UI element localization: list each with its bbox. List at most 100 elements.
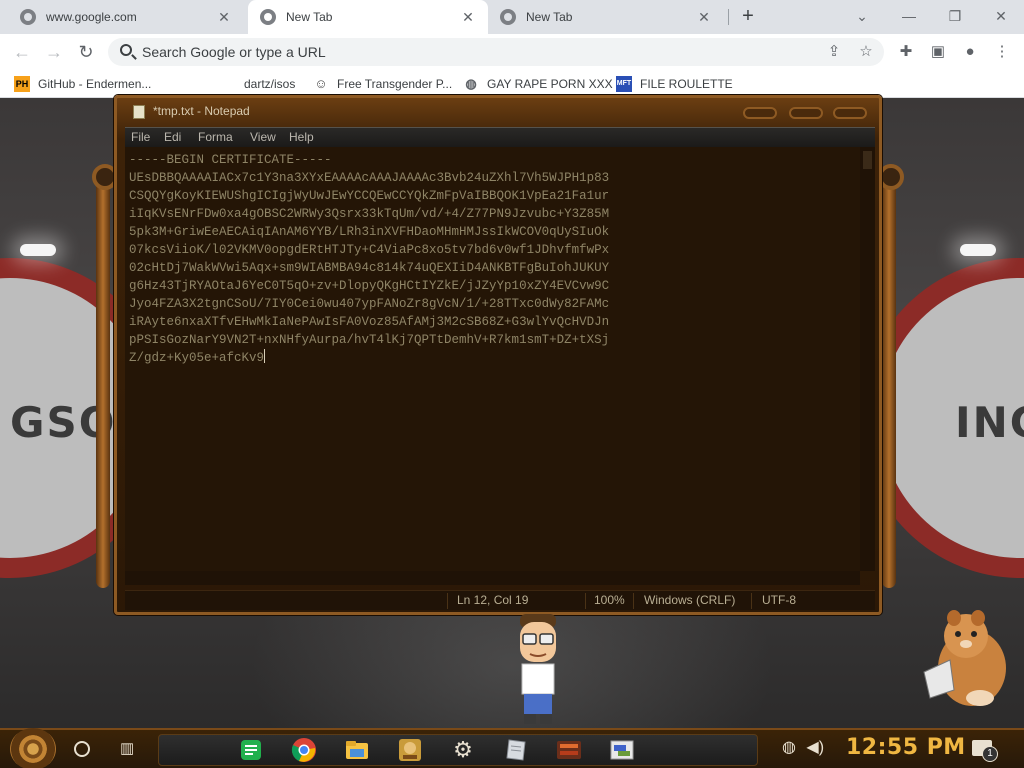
tab-close-icon[interactable]: ✕ xyxy=(696,9,712,26)
vertical-scrollbar[interactable] xyxy=(860,147,875,571)
chrome-favicon-icon xyxy=(500,9,516,25)
zoom-level: 100% xyxy=(594,593,625,607)
taskbar-clock[interactable]: 12:55 PM xyxy=(846,735,966,760)
notepad-titlebar[interactable]: *tmp.txt - Notepad xyxy=(117,98,879,124)
text-line: g6Hz43TjRYAOtaJ6YeC0T5qO+zv+DlopyQKgHCtI… xyxy=(129,279,610,293)
back-button[interactable]: ← xyxy=(11,41,33,63)
pornhub-favicon-icon: PH xyxy=(14,76,30,92)
bookmark-gay-rape-porn[interactable]: ◍ GAY RAPE PORN XXX xyxy=(463,75,612,93)
notepad-minimize-button[interactable] xyxy=(743,107,777,119)
bookmark-label: FILE ROULETTE xyxy=(640,77,733,91)
chrome-icon[interactable] xyxy=(291,737,317,763)
bookmark-free-transgender[interactable]: ☺ Free Transgender P... xyxy=(313,75,452,93)
text-line: -----BEGIN CERTIFICATE----- xyxy=(129,153,332,167)
text-line: Z/gdz+Ky05e+afcKv9 xyxy=(129,349,266,365)
menu-format[interactable]: Forma xyxy=(198,130,233,144)
notification-count-badge: 1 xyxy=(982,746,998,762)
bookmark-star-icon[interactable]: ☆ xyxy=(856,42,876,62)
chrome-favicon-icon xyxy=(20,9,36,25)
notepad-maximize-button[interactable] xyxy=(789,107,823,119)
status-divider xyxy=(633,593,634,609)
hamster-reading-icon[interactable] xyxy=(920,606,1010,710)
browser-toolbar: ← → ↻ ⇪ ☆ ✚ ▣ ● ⋮ xyxy=(0,34,1024,70)
search-circle-icon[interactable] xyxy=(74,741,90,757)
close-window-button[interactable]: ✕ xyxy=(989,4,1013,28)
horizontal-scrollbar[interactable] xyxy=(125,571,860,585)
wallpaper-lamp-icon xyxy=(20,244,56,256)
scrollbar-thumb[interactable] xyxy=(863,151,872,169)
wallpaper-lamp-icon xyxy=(960,244,996,256)
volume-icon[interactable]: ◀) xyxy=(806,739,824,756)
mft-favicon-icon: MFT xyxy=(616,76,632,92)
minimize-button[interactable]: — xyxy=(897,4,921,28)
bookmark-dartz-isos[interactable]: dartz/isos xyxy=(244,75,295,93)
certificate-text: -----BEGIN CERTIFICATE----- UEsDBBQAAAAIA… xyxy=(129,151,609,367)
reload-button[interactable]: ↻ xyxy=(75,41,97,63)
tab-title: New Tab xyxy=(286,10,333,24)
chrome-favicon-icon xyxy=(260,9,276,25)
notepad-window[interactable]: *tmp.txt - Notepad File Edi Forma View H… xyxy=(114,95,882,615)
notepad-close-button[interactable] xyxy=(833,107,867,119)
notepad-text-area[interactable]: -----BEGIN CERTIFICATE----- UEsDBBQAAAAIA… xyxy=(125,147,860,571)
cartoon-man-icon[interactable] xyxy=(512,614,564,726)
restore-button[interactable]: ❐ xyxy=(943,4,967,28)
file-explorer-icon[interactable] xyxy=(344,737,370,763)
status-divider xyxy=(585,593,586,609)
bookmark-github[interactable]: PH GitHub - Endermen... xyxy=(14,75,151,93)
notepad-statusbar: Ln 12, Col 19 100% Windows (CRLF) UTF-8 xyxy=(125,590,875,610)
settings-icon[interactable]: ⚙ xyxy=(450,737,476,763)
media-icon[interactable] xyxy=(556,737,582,763)
text-line: CSQQYgKoyKIEWUShgICIgjWyUwJEwYCCQEwCCYQk… xyxy=(129,189,610,203)
tab-title: New Tab xyxy=(526,10,573,24)
bookmark-label: GitHub - Endermen... xyxy=(38,77,152,91)
mask-favicon-icon: ☺ xyxy=(314,76,328,91)
system-tray: ◍ ◀) xyxy=(782,737,830,761)
game-icon[interactable] xyxy=(397,737,423,763)
text-line: 5pk3M+GriwEeAECAiqIAnAM6YYB/LRh3inXVFHDa… xyxy=(129,225,610,239)
task-view-icon[interactable]: ▥ xyxy=(120,741,140,757)
chrome-menu-icon[interactable]: ⋮ xyxy=(992,42,1012,62)
menu-help[interactable]: Help xyxy=(289,130,314,144)
notepad-icon xyxy=(133,105,145,119)
new-tab-button[interactable]: + xyxy=(738,6,758,26)
text-line: iIqKVsENrFDw0xa4gOBSC2WRWy3Qsrx33kTqUm/v… xyxy=(129,207,610,221)
text-line: UEsDBBQAAAAIACx7c1Y3na3XYxEAAAAcAAAJAAAA… xyxy=(129,171,610,185)
bookmarks-bar: PH GitHub - Endermen... dartz/isos ☺ Fre… xyxy=(0,70,1024,98)
notepad-icon[interactable] xyxy=(503,737,529,763)
address-bar[interactable]: ⇪ ☆ xyxy=(108,38,884,66)
search-icon xyxy=(120,44,132,56)
globe-icon: ◍ xyxy=(465,76,477,91)
line-ending: Windows (CRLF) xyxy=(644,593,736,607)
text-line: 07kcsViioK/l02VKMV0opgdERtHTJTy+C4ViaPc8… xyxy=(129,243,610,257)
browser-tab-strip: www.google.com ✕ New Tab ✕ New Tab ✕ + ⌄… xyxy=(0,0,1024,34)
menu-file[interactable]: File xyxy=(131,130,150,144)
tab-new-tab-active[interactable]: New Tab ✕ xyxy=(248,0,488,34)
cursor-position: Ln 12, Col 19 xyxy=(457,593,529,607)
menu-view[interactable]: View xyxy=(250,130,276,144)
share-icon[interactable]: ⇪ xyxy=(824,42,844,62)
tab-close-icon[interactable]: ✕ xyxy=(216,9,232,26)
profile-avatar-icon[interactable]: ● xyxy=(960,42,980,62)
tab-search-dropdown-icon[interactable]: ⌄ xyxy=(850,4,874,28)
text-line: Jyo4FZA3X2tgnCSoU/7IY0Cei0wu407ypFANoZr8… xyxy=(129,297,610,311)
menu-edit[interactable]: Edi xyxy=(164,130,181,144)
taskbar: ▥ ⚙ ◍ ◀) 12:55 PM 1 xyxy=(0,728,1024,768)
tab-new-tab[interactable]: New Tab ✕ xyxy=(488,0,724,34)
omnibox-input[interactable] xyxy=(142,38,782,66)
bookmark-file-roulette[interactable]: MFT FILE ROULETTE xyxy=(616,75,733,93)
screenshot-icon[interactable] xyxy=(609,737,635,763)
text-caret xyxy=(264,349,266,363)
network-globe-icon[interactable]: ◍ xyxy=(782,739,796,756)
text-line: iRAyte6nxaXTfvEHwMkIaNePAwIsFA0Voz85AfAM… xyxy=(129,315,610,329)
forward-button[interactable]: → xyxy=(43,41,65,63)
notes-icon[interactable] xyxy=(238,737,264,763)
side-panel-icon[interactable]: ▣ xyxy=(928,42,948,62)
notepad-menubar: File Edi Forma View Help xyxy=(125,127,875,147)
notepad-title: *tmp.txt - Notepad xyxy=(153,104,250,118)
bookmark-label: Free Transgender P... xyxy=(337,77,453,91)
extensions-puzzle-icon[interactable]: ✚ xyxy=(896,42,916,62)
tab-title: www.google.com xyxy=(46,10,137,24)
start-button-gear-icon[interactable] xyxy=(10,728,56,768)
tab-google[interactable]: www.google.com ✕ xyxy=(8,0,244,34)
tab-close-icon[interactable]: ✕ xyxy=(460,9,476,26)
